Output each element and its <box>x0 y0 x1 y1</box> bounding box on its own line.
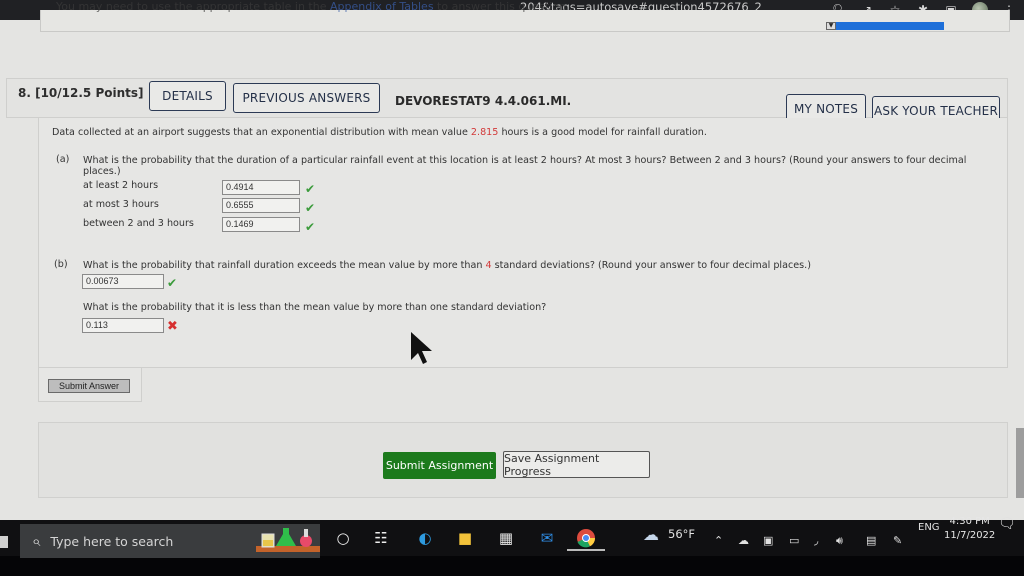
part-b-question-1: What is the probability that rainfall du… <box>83 260 811 271</box>
clock-date: 11/7/2022 <box>944 530 996 541</box>
question-number-points: 8. [10/12.5 Points] <box>18 86 144 100</box>
microsoft-store-icon[interactable]: ▦ <box>495 527 517 549</box>
scroll-arrow-icon[interactable]: ▼ <box>826 22 836 30</box>
task-view-icon[interactable]: ☷ <box>370 527 392 549</box>
cortana-icon[interactable]: ○ <box>332 527 354 549</box>
weather-cloud-icon[interactable]: ☁ <box>643 525 659 544</box>
instructions-note: You may need to use the appropriate tabl… <box>56 0 570 13</box>
edge-browser-icon[interactable]: ◐ <box>414 527 436 549</box>
active-app-indicator <box>567 549 605 551</box>
language-indicator[interactable]: ENG <box>918 522 940 533</box>
search-placeholder: Type here to search <box>50 533 174 549</box>
correct-check-icon: ✔ <box>305 201 316 215</box>
save-progress-button[interactable]: Save Assignment Progress <box>503 451 650 478</box>
details-button[interactable]: DETAILS <box>149 81 226 111</box>
answer-field-at-least-2[interactable]: 0.4914 <box>222 180 300 195</box>
correct-check-icon: ✔ <box>167 276 178 290</box>
part-b-label: (b) <box>54 259 68 270</box>
science-flasks-icon[interactable] <box>256 524 320 552</box>
answer-label: at least 2 hours <box>83 180 159 191</box>
submit-assignment-button[interactable]: Submit Assignment <box>383 452 496 479</box>
submit-answer-button[interactable]: Submit Answer <box>48 379 130 393</box>
previous-answers-button[interactable]: PREVIOUS ANSWERS <box>233 83 380 113</box>
answer-label: at most 3 hours <box>83 199 159 210</box>
wifi-icon[interactable]: ◞ <box>814 534 818 547</box>
clock-time: 4:30 PM <box>949 516 990 527</box>
part-a-question: What is the probability that the duratio… <box>83 155 967 166</box>
answer-label: between 2 and 3 hours <box>83 218 194 229</box>
vertical-scrollbar[interactable] <box>1016 428 1024 498</box>
incorrect-x-icon: ✖ <box>167 319 178 334</box>
mouse-cursor-icon <box>411 332 432 364</box>
camera-icon[interactable]: ▤ <box>866 534 876 547</box>
meet-now-icon[interactable]: ▣ <box>763 534 773 547</box>
search-icon: ⌕ <box>32 532 41 550</box>
notifications-icon[interactable]: 🗨︎ <box>998 516 1016 532</box>
answer-field-exceeds-mean[interactable]: 0.00673 <box>82 274 164 289</box>
correct-check-icon: ✔ <box>305 182 316 196</box>
part-a-question-cont: places.) <box>83 166 121 177</box>
part-a-label: (a) <box>56 154 70 165</box>
windows-start-icon[interactable] <box>0 536 8 548</box>
onedrive-icon[interactable]: ☁ <box>738 534 749 547</box>
volume-icon[interactable]: 🔊︎ <box>836 534 843 548</box>
taskbar-shadow <box>0 556 1024 576</box>
question-code: DEVORESTAT9 4.4.061.MI. <box>395 94 572 108</box>
system-clock[interactable]: 4:30 PM 11/7/2022 <box>944 515 995 543</box>
battery-icon[interactable]: ▭ <box>789 534 799 547</box>
weather-temperature[interactable]: 56°F <box>668 527 695 541</box>
part-b-question-2: What is the probability that it is less … <box>83 302 547 313</box>
mean-value: 2.815 <box>470 127 499 138</box>
appendix-link[interactable]: Appendix of Tables <box>330 0 434 13</box>
show-hidden-icons-icon[interactable]: ⌃ <box>714 534 723 547</box>
answer-field-at-most-3[interactable]: 0.6555 <box>222 198 300 213</box>
correct-check-icon: ✔ <box>305 220 316 234</box>
horizontal-scrollbar[interactable] <box>826 22 944 30</box>
mail-icon[interactable]: ✉ <box>536 527 558 549</box>
answer-field-between-2-3[interactable]: 0.1469 <box>222 217 300 232</box>
question-intro: Data collected at an airport suggests th… <box>52 127 707 138</box>
chrome-icon[interactable] <box>575 527 597 549</box>
pen-icon[interactable]: ✎ <box>893 534 902 547</box>
file-explorer-icon[interactable]: ■ <box>454 527 476 549</box>
answer-field-less-than-mean[interactable]: 0.113 <box>82 318 164 333</box>
